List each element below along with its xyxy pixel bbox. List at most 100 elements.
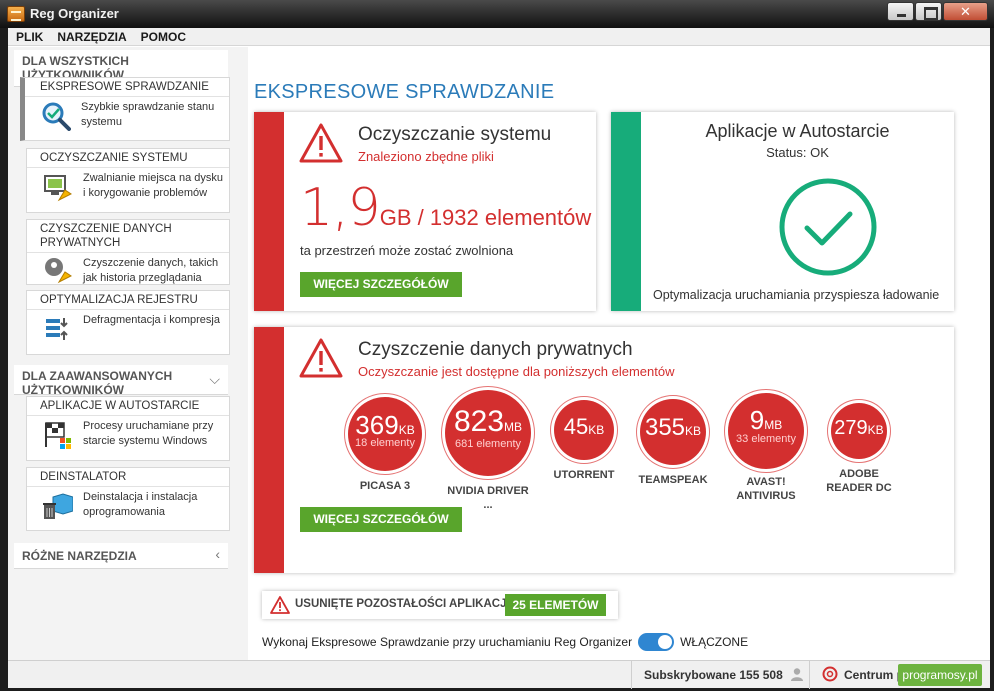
sidebar-item-desc: Zwalnianie miejsca na dysku i korygowani… <box>83 172 224 199</box>
sidebar-item-desc: Szybkie sprawdzanie stanu systemu <box>81 101 215 128</box>
window-title: Reg Organizer <box>30 6 119 21</box>
leftovers-count-badge[interactable]: 25 ELEMETÓW <box>505 594 606 616</box>
status-bar: Subskrybowane 155 508 Centrum p <box>8 660 990 689</box>
privacy-app-avast[interactable]: 9MB 33 elementy AVAST! ANTIVIRUS <box>726 393 806 503</box>
section-header-label: RÓŻNE NARZĘDZIA <box>22 549 137 563</box>
sidebar-item-desc-wrap: Procesy uruchamiane przy starcie systemu… <box>27 416 229 465</box>
app-size-bubble: 823MB 681 elementy <box>445 390 531 476</box>
autorun-state: WŁĄCZONE <box>680 635 749 649</box>
chevron-down-icon[interactable]: ⌵ <box>209 372 220 386</box>
reg-organizer-app-icon <box>7 6 25 22</box>
uninstall-box-icon <box>43 493 73 519</box>
sidebar-item-system-clean[interactable]: OCZYSZCZANIE SYSTEMU Zwalnianie miejsca … <box>26 148 230 213</box>
menu-narzedzia[interactable]: NARZĘDZIA <box>57 28 126 45</box>
leftovers-label: USUNIĘTE POZOSTAŁOŚCI APLIKACJI <box>295 598 510 610</box>
leftovers-bar[interactable]: USUNIĘTE POZOSTAŁOŚCI APLIKACJI 25 ELEME… <box>262 591 618 619</box>
autostart-status: Status: OK <box>766 145 829 160</box>
title-bar[interactable]: Reg Organizer <box>0 0 994 28</box>
sidebar-item-desc: Deinstalacja i instalacja oprogramowania <box>83 491 198 518</box>
app-window: Reg Organizer PLIK NARZĘDZIA POMOC DLA W… <box>0 0 994 691</box>
free-space-text: ta przestrzeń może zostać zwolniona <box>300 243 514 258</box>
app-size-value: 9MB <box>749 405 783 435</box>
card-stripe <box>254 327 284 573</box>
help-center-text: Centrum p <box>844 668 904 682</box>
warning-icon <box>270 596 290 614</box>
user-icon <box>791 668 804 681</box>
sidebar-item-title: OCZYSZCZANIE SYSTEMU <box>27 149 229 168</box>
client-area: PLIK NARZĘDZIA POMOC DLA WSZYSTKICH UŻYT… <box>8 28 990 689</box>
sidebar-item-desc: Procesy uruchamiane przy starcie systemu… <box>83 420 214 447</box>
sidebar-item-desc-wrap: Czyszczenie danych, takich jak historia … <box>27 253 229 287</box>
app-label: AVAST! ANTIVIRUS <box>736 476 796 502</box>
sidebar-item-uninstaller[interactable]: DEINSTALATOR Deinstalacja i instalacja o… <box>26 467 230 531</box>
app-item-count: 18 elementy <box>355 437 415 449</box>
window-controls <box>886 2 988 21</box>
autostart-card: Aplikacje w Autostarcie Status: OK Optym… <box>611 112 954 311</box>
menu-pomoc[interactable]: POMOC <box>141 28 186 45</box>
subscribers-text: Subskrybowane 155 508 <box>644 668 783 682</box>
section-header-advanced[interactable]: DLA ZAAWANSOWANYCH UŻYTKOWNIKÓW ⌵ <box>14 365 228 397</box>
app-size-bubble: 9MB 33 elementy <box>728 393 804 469</box>
app-size-bubble: 279KB <box>831 403 887 459</box>
privacy-app-adobe-reader[interactable]: 279KB ADOBE READER DC <box>824 403 894 495</box>
system-clean-details-button[interactable]: WIĘCEJ SZCZEGÓŁÓW <box>300 272 462 297</box>
main-panel: EKSPRESOWE SPRAWDZANIE Oczyszczanie syst… <box>252 47 990 660</box>
sidebar-item-title: EKSPRESOWE SPRAWDZANIE <box>25 78 229 97</box>
section-header-label: DLA ZAAWANSOWANYCH UŻYTKOWNIKÓW <box>22 369 173 397</box>
card-subtitle: Oczyszczanie jest dostępne dla poniższyc… <box>358 364 675 379</box>
autorun-row: Wykonaj Ekspresowe Sprawdzanie przy uruc… <box>262 633 748 651</box>
junk-size-value: 1,9 <box>300 178 381 238</box>
app-size-value: 823MB <box>453 405 523 438</box>
app-size-bubble: 45KB <box>554 400 614 460</box>
junk-size-unit: GB / 1932 elementów <box>379 205 592 230</box>
menu-plik[interactable]: PLIK <box>16 28 43 45</box>
sidebar-item-express-check[interactable]: EKSPRESOWE SPRAWDZANIE Szybkie sprawdzan… <box>20 77 230 141</box>
system-clean-card: Oczyszczanie systemu Znaleziono zbędne p… <box>254 112 596 311</box>
app-size-value: 45KB <box>563 414 605 439</box>
warning-icon <box>299 338 343 378</box>
privacy-broom-icon <box>45 258 72 284</box>
help-center-link[interactable]: Centrum p <box>809 661 904 689</box>
warning-icon <box>299 123 343 163</box>
sidebar: DLA WSZYSTKICH UŻYTKOWNIKÓW EKSPRESOWE S… <box>8 47 248 660</box>
app-size-bubble: 369KB 18 elementy <box>348 397 422 471</box>
autorun-toggle[interactable] <box>638 633 675 651</box>
privacy-app-picasa[interactable]: 369KB 18 elementy PICASA 3 <box>346 397 424 493</box>
sidebar-item-title: APLIKACJE W AUTOSTARCIE <box>27 397 229 416</box>
maximize-button[interactable] <box>915 2 942 21</box>
page-title: EKSPRESOWE SPRAWDZANIE <box>254 81 555 103</box>
app-item-count: 33 elementy <box>736 433 796 445</box>
sidebar-item-registry-opt[interactable]: OPTYMALIZACJA REJESTRU Defragmentacja i … <box>26 290 230 355</box>
app-label: ADOBE READER DC <box>826 468 892 494</box>
sidebar-item-desc-wrap: Szybkie sprawdzanie stanu systemu <box>25 97 229 145</box>
card-stripe <box>611 112 641 311</box>
magnifier-check-icon <box>42 102 71 131</box>
section-header-misc[interactable]: RÓŻNE NARZĘDZIA ‹ <box>14 543 228 569</box>
app-label: TEAMSPEAK <box>638 474 708 486</box>
sidebar-item-autostart[interactable]: APLIKACJE W AUTOSTARCIE Procesy uruchami… <box>26 396 230 461</box>
close-button[interactable] <box>943 2 988 21</box>
sidebar-item-title: DEINSTALATOR <box>27 468 229 487</box>
minimize-button[interactable] <box>887 2 914 21</box>
menu-bar: PLIK NARZĘDZIA POMOC <box>8 28 990 46</box>
card-title: Oczyszczanie systemu <box>358 124 552 145</box>
card-title: Czyszczenie danych prywatnych <box>358 339 633 360</box>
sidebar-item-privacy[interactable]: CZYSZCZENIE DANYCH PRYWATNYCH Czyszczeni… <box>26 219 230 285</box>
sidebar-item-title: OPTYMALIZACJA REJESTRU <box>27 291 229 310</box>
startup-flag-icon <box>45 422 71 449</box>
autostart-footer: Optymalizacja uruchamiania przyspiesza ł… <box>653 288 940 302</box>
card-stripe <box>254 112 284 311</box>
privacy-details-button[interactable]: WIĘCEJ SZCZEGÓŁÓW <box>300 507 462 532</box>
subscribers-count[interactable]: Subskrybowane 155 508 <box>631 661 804 689</box>
privacy-app-nvidia[interactable]: 823MB 681 elementy NVIDIA DRIVER ... <box>442 390 534 512</box>
privacy-app-teamspeak[interactable]: 355KB TEAMSPEAK <box>635 399 711 487</box>
card-title: Aplikacje w Autostarcie <box>705 121 890 141</box>
privacy-app-utorrent[interactable]: 45KB UTORRENT <box>552 400 616 482</box>
app-size-value: 279KB <box>834 417 884 439</box>
chevron-left-icon[interactable]: ‹ <box>215 547 220 561</box>
sidebar-item-desc-wrap: Defragmentacja i kompresja <box>27 310 229 358</box>
sidebar-item-title: CZYSZCZENIE DANYCH PRYWATNYCH <box>27 220 229 253</box>
junk-size-readout: 1,9GB / 1932 elementów <box>300 178 591 238</box>
watermark: programosy.pl <box>898 664 982 686</box>
privacy-card: Czyszczenie danych prywatnych Oczyszczan… <box>254 327 954 573</box>
